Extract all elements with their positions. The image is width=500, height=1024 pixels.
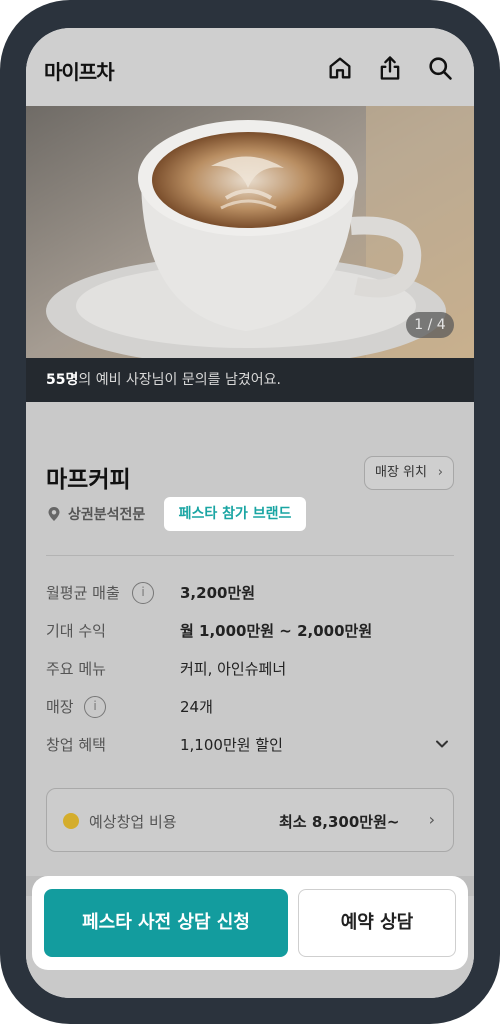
- chevron-right-icon: ›: [428, 810, 435, 829]
- coin-icon: [63, 813, 79, 829]
- festa-brand-badge: 페스타 참가 브랜드: [164, 497, 306, 531]
- store-name: 마프커피: [46, 467, 131, 493]
- detail-value: 커피, 아인슈페너: [180, 660, 287, 678]
- app-logo[interactable]: 마이프차: [44, 56, 115, 85]
- detail-row-startup-benefit[interactable]: 창업 혜택 1,100만원 할인: [46, 730, 454, 760]
- detail-row-store-count: 매장 i 24개: [46, 692, 454, 722]
- app-header: 마이프차: [26, 28, 474, 106]
- detail-value: 1,100만원 할인: [180, 736, 283, 754]
- info-icon[interactable]: i: [84, 696, 106, 718]
- image-counter: 1 / 4: [406, 312, 454, 338]
- bottom-cta-panel: 페스타 사전 상담 신청 예약 상담: [32, 876, 468, 970]
- detail-row-monthly-sales: 월평균 매출 i 3,200만원: [46, 578, 454, 608]
- info-icon[interactable]: i: [132, 582, 154, 604]
- detail-row-main-menu: 주요 메뉴 커피, 아인슈페너: [46, 654, 454, 684]
- detail-value: 24개: [180, 698, 213, 716]
- detail-label: 주요 메뉴: [46, 660, 106, 678]
- store-category: 상권분석전문: [68, 507, 146, 523]
- festa-consult-apply-button[interactable]: 페스타 사전 상담 신청: [44, 889, 288, 957]
- location-pin-icon: [46, 506, 62, 522]
- chevron-down-icon[interactable]: [434, 736, 450, 752]
- chevron-right-icon: ›: [437, 465, 443, 480]
- reservation-consult-button[interactable]: 예약 상담: [298, 889, 456, 957]
- cost-label: 예상창업 비용: [89, 813, 177, 831]
- inquiry-text: 의 예비 사장님이 문의를 남겼어요.: [78, 372, 281, 388]
- share-icon[interactable]: [376, 54, 404, 82]
- detail-label: 월평균 매출: [46, 584, 120, 602]
- detail-label: 기대 수익: [46, 622, 106, 640]
- home-icon[interactable]: [326, 54, 354, 82]
- divider: [46, 555, 454, 556]
- cost-value: 최소 8,300만원~: [279, 813, 400, 831]
- store-location-label: 매장 위치: [375, 465, 427, 480]
- inquiry-count: 55명: [46, 372, 79, 388]
- detail-label: 창업 혜택: [46, 736, 106, 754]
- search-icon[interactable]: [426, 54, 454, 82]
- detail-value: 월 1,000만원 ~ 2,000만원: [180, 622, 373, 640]
- detail-label: 매장: [46, 698, 74, 716]
- inquiry-notice: 55명의 예비 사장님이 문의를 남겼어요.: [26, 358, 474, 402]
- app-screen: 마이프차 1 / 4 55명의 예비 사장님이 문의를 남겼어요. 마프커피 매…: [26, 28, 474, 998]
- phone-frame: 마이프차 1 / 4 55명의 예비 사장님이 문의를 남겼어요. 마프커피 매…: [0, 0, 500, 1024]
- detail-value: 3,200만원: [180, 584, 256, 602]
- estimated-cost-card[interactable]: 예상창업 비용 최소 8,300만원~ ›: [46, 788, 454, 852]
- detail-row-expected-profit: 기대 수익 월 1,000만원 ~ 2,000만원: [46, 616, 454, 646]
- store-location-button[interactable]: 매장 위치 ›: [364, 456, 454, 490]
